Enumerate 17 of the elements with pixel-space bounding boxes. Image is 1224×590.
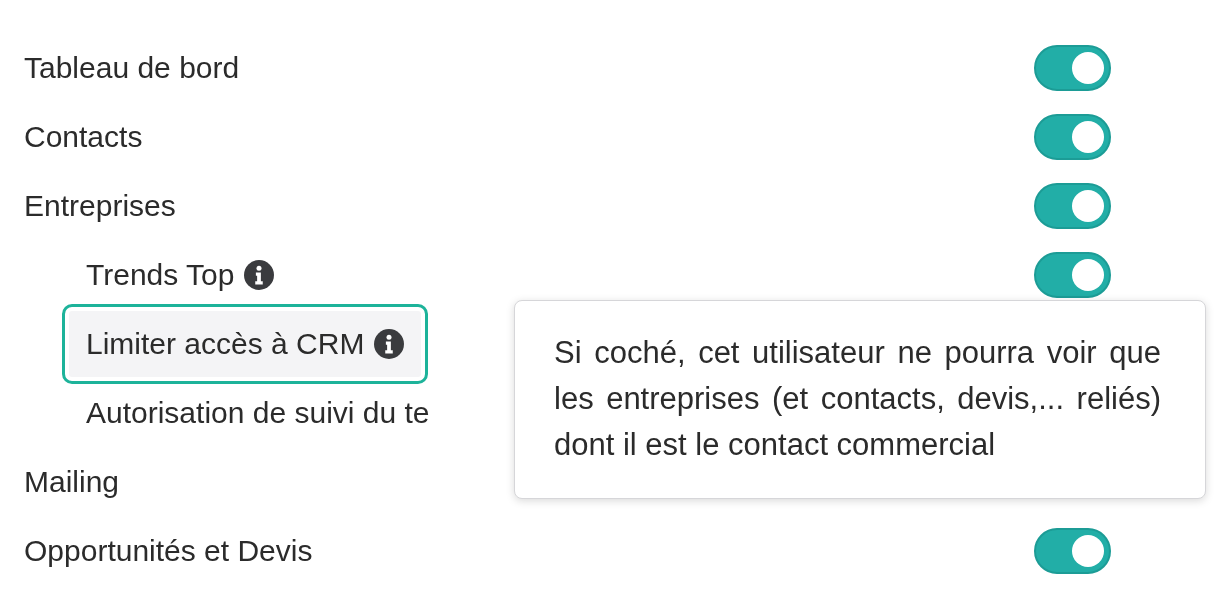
setting-label: Opportunités et Devis: [24, 533, 313, 569]
info-icon[interactable]: [244, 259, 275, 290]
focused-setting[interactable]: Limiter accès à CRM: [62, 303, 429, 384]
toggle-switch[interactable]: [1034, 182, 1111, 229]
setting-label: Mailing: [24, 464, 120, 500]
setting-label: Autorisation de suivi du te: [86, 395, 430, 431]
info-icon[interactable]: [374, 328, 405, 359]
toggle-switch[interactable]: [1034, 113, 1111, 160]
setting-label: Entreprises: [24, 188, 176, 224]
tooltip-text: Si coché, cet utilisateur ne pourra voir que les entreprises (et contacts, devis,... reliés) dont il est le contact commercial: [554, 334, 1161, 464]
toggle-switch[interactable]: [1034, 527, 1111, 574]
setting-label: Trends Top: [86, 257, 235, 293]
toggle-switch[interactable]: [1034, 44, 1111, 91]
setting-label: Limiter accès à CRM: [86, 326, 365, 362]
toggle-switch[interactable]: [1034, 251, 1111, 298]
setting-label: Contacts: [24, 119, 143, 155]
setting-label: Tableau de bord: [24, 50, 240, 86]
